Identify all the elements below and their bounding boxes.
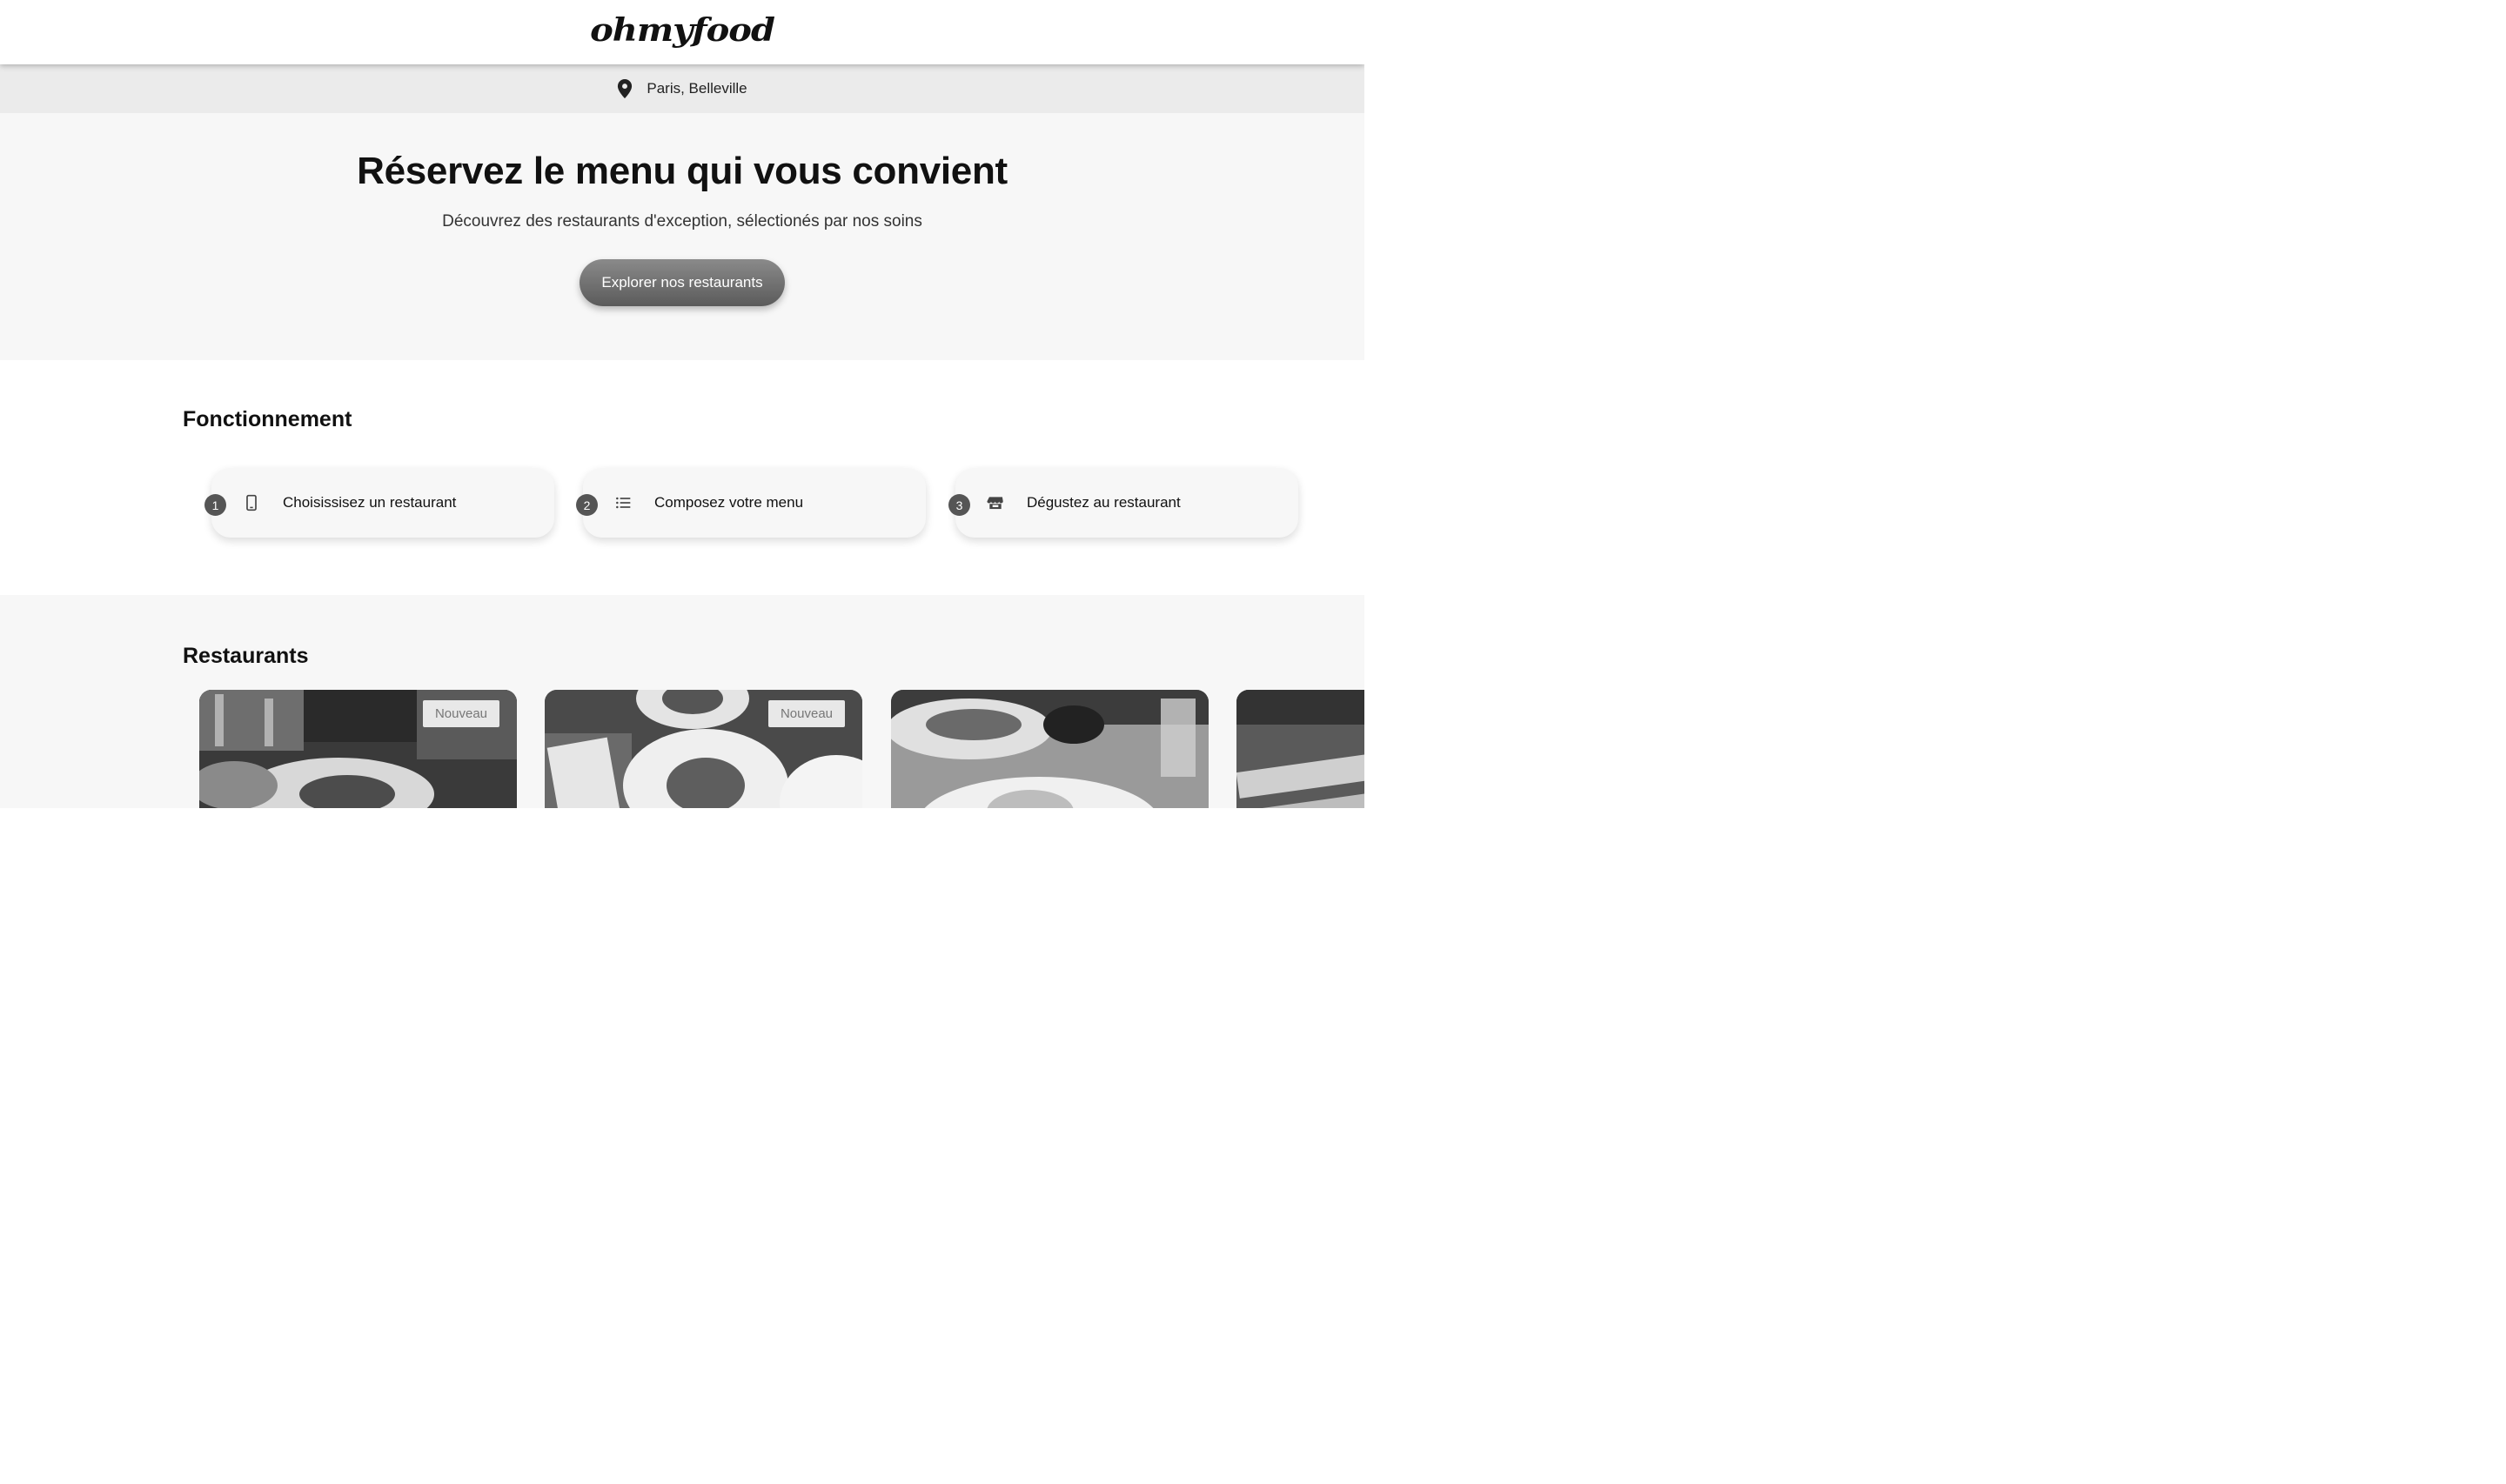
smartphone-icon — [246, 494, 257, 511]
logo[interactable]: ohmyfood — [590, 10, 775, 48]
section-title-restaurants: Restaurants — [183, 644, 309, 668]
location-bar[interactable]: Paris, Belleville — [0, 64, 1364, 113]
hero-subtitle: Découvrez des restaurants d'exception, s… — [442, 212, 922, 231]
section-title-fonctionnement: Fonctionnement — [183, 407, 352, 431]
new-badge: Nouveau — [768, 700, 845, 727]
step-label: Dégustez au restaurant — [1027, 494, 1181, 511]
step-label: Composez votre menu — [654, 494, 804, 511]
restaurants-section: Restaurants Nouveau Nouveau — [0, 595, 1364, 808]
map-pin-icon — [618, 79, 633, 98]
page: ohmyfood Paris, Belleville Réservez le m… — [0, 0, 1364, 808]
step-card-1: 1 Choisissisez un restaurant — [204, 468, 554, 538]
restaurant-card-4[interactable] — [1236, 690, 1364, 808]
step-number: 2 — [576, 494, 598, 516]
step-card-2: 2 Composez votre menu — [576, 468, 926, 538]
step-card-3: 3 Dégustez au restaurant — [948, 468, 1298, 538]
new-badge: Nouveau — [423, 700, 499, 727]
site-header: ohmyfood — [0, 0, 1364, 64]
explore-restaurants-button[interactable]: Explorer nos restaurants — [580, 259, 785, 306]
list-icon — [616, 497, 631, 509]
how-it-works-section: Fonctionnement 1 Choisissisez un restaur… — [0, 360, 1364, 595]
location-text: Paris, Belleville — [647, 80, 747, 97]
hero-title: Réservez le menu qui vous convient — [357, 150, 1008, 192]
hero-section: Réservez le menu qui vous convient Décou… — [0, 113, 1364, 360]
step-label: Choisissisez un restaurant — [283, 494, 457, 511]
restaurant-photo — [1236, 690, 1364, 808]
step-number: 3 — [948, 494, 970, 516]
restaurant-card-2[interactable]: Nouveau — [545, 690, 862, 808]
restaurant-card-1[interactable]: Nouveau — [199, 690, 517, 808]
restaurant-photo — [891, 690, 1209, 808]
step-number: 1 — [204, 494, 226, 516]
restaurant-card-3[interactable] — [891, 690, 1209, 808]
store-icon — [987, 497, 1003, 510]
